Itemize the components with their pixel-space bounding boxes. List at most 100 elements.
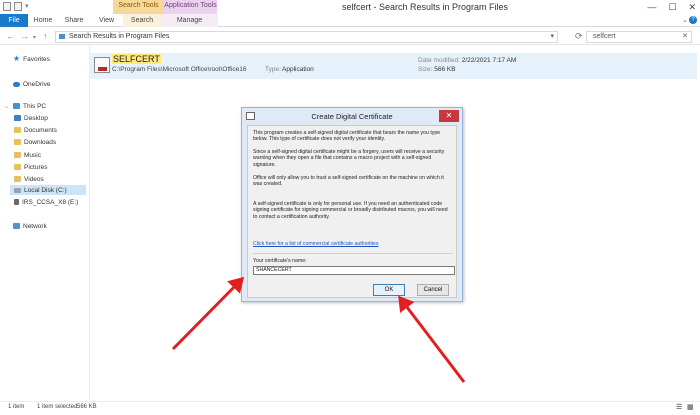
sidebar-item-local-disk[interactable]: Local Disk (C:) bbox=[10, 185, 86, 195]
hard-drive-icon bbox=[14, 187, 21, 193]
sidebar-item-label: IRS_CCSA_X8 (E:) bbox=[22, 198, 79, 206]
breadcrumb[interactable]: Search Results in Program Files bbox=[69, 33, 169, 40]
description-paragraph: This program creates a self-signed digit… bbox=[253, 130, 441, 143]
file-name: SELFCERT bbox=[112, 54, 161, 64]
application-icon bbox=[94, 57, 110, 73]
dialog-title-bar[interactable]: Create Digital Certificate ✕ bbox=[242, 108, 462, 125]
ok-button[interactable]: OK bbox=[373, 284, 405, 296]
certificate-name-label: Your certificate's name: bbox=[253, 258, 307, 264]
window-title: selfcert - Search Results in Program Fil… bbox=[341, 2, 509, 12]
type-value: Application bbox=[282, 66, 314, 73]
sidebar-item-videos[interactable]: Videos bbox=[14, 174, 44, 184]
expand-arrow-icon[interactable]: ⌄ bbox=[4, 103, 10, 110]
network-icon bbox=[13, 223, 20, 229]
search-query: selfcert bbox=[593, 33, 616, 40]
new-folder-icon[interactable] bbox=[14, 2, 22, 11]
sidebar-item-this-pc[interactable]: ⌄ This PC bbox=[4, 101, 46, 111]
sidebar-item-label: This PC bbox=[23, 102, 47, 110]
search-input[interactable]: selfcert ✕ bbox=[586, 31, 692, 43]
refresh-icon[interactable]: ⟳ bbox=[575, 31, 583, 42]
title-bar: ▾ Search Tools Application Tools selfcer… bbox=[0, 0, 700, 14]
sidebar-item-label: Documents bbox=[24, 126, 57, 134]
sidebar-item-usb-drive[interactable]: IRS_CCSA_X8 (E:) bbox=[14, 197, 78, 207]
large-icons-view-icon[interactable]: ▦ bbox=[687, 403, 694, 411]
address-row: ← → ▾ ↑ Search Results in Program Files … bbox=[0, 28, 700, 45]
dialog-body: This program creates a self-signed digit… bbox=[247, 125, 457, 298]
selection-count: 1 item selected bbox=[37, 404, 78, 410]
create-digital-certificate-dialog: Create Digital Certificate ✕ This progra… bbox=[241, 107, 463, 302]
date-value: 2/22/2021 7:17 AM bbox=[461, 57, 517, 64]
date-modified: Date modified: 2/22/2021 7:17 AM bbox=[418, 57, 516, 64]
sidebar-item-label: Downloads bbox=[24, 138, 57, 146]
star-icon: ★ bbox=[13, 54, 21, 63]
close-button[interactable]: ✕ bbox=[688, 0, 696, 14]
window-controls: — ☐ ✕ bbox=[647, 0, 696, 14]
sidebar-item-pictures[interactable]: Pictures bbox=[14, 162, 47, 172]
chevron-down-icon[interactable]: ▾ bbox=[550, 32, 554, 40]
item-count: 1 item bbox=[8, 404, 25, 410]
file-path: C:\Program Files\Microsoft Office\root\O… bbox=[112, 66, 247, 73]
minimize-button[interactable]: — bbox=[647, 0, 656, 14]
cancel-button[interactable]: Cancel bbox=[417, 284, 449, 296]
sidebar-item-music[interactable]: Music bbox=[14, 150, 41, 160]
sidebar-item-label: Music bbox=[24, 151, 41, 159]
sidebar-item-label: Local Disk (C:) bbox=[24, 186, 67, 194]
type-label: Type: bbox=[265, 66, 281, 73]
tab-view[interactable]: View bbox=[90, 14, 123, 27]
computer-icon bbox=[13, 103, 20, 109]
customize-toolbar-icon[interactable]: ▾ bbox=[25, 2, 29, 11]
pictures-icon bbox=[14, 164, 21, 170]
tab-manage[interactable]: Manage bbox=[161, 14, 218, 27]
certificate-authorities-link[interactable]: Click here for a list of commercial cert… bbox=[253, 241, 378, 247]
up-icon[interactable]: ↑ bbox=[43, 31, 48, 41]
sidebar-item-desktop[interactable]: Desktop bbox=[14, 113, 48, 123]
maximize-button[interactable]: ☐ bbox=[668, 0, 676, 14]
downloads-icon bbox=[14, 139, 21, 145]
back-icon[interactable]: ← bbox=[6, 31, 15, 41]
sidebar-item-network[interactable]: Network bbox=[4, 221, 47, 231]
desktop-icon bbox=[14, 115, 21, 121]
cloud-icon bbox=[13, 81, 20, 87]
quick-access-toolbar: ▾ bbox=[3, 2, 29, 11]
properties-icon[interactable] bbox=[3, 2, 11, 11]
forward-icon[interactable]: → bbox=[20, 31, 29, 41]
certificate-name-input[interactable]: SHANCECERT bbox=[253, 266, 455, 275]
sidebar-item-onedrive[interactable]: OneDrive bbox=[4, 79, 50, 89]
sidebar-item-downloads[interactable]: Downloads bbox=[14, 137, 56, 147]
sidebar-item-label: Pictures bbox=[24, 163, 48, 171]
file-size: Size: 566 KB bbox=[418, 66, 456, 73]
tab-search[interactable]: Search bbox=[123, 14, 161, 27]
sidebar-item-label: Desktop bbox=[24, 114, 48, 122]
selection-size: 566 KB bbox=[77, 404, 97, 410]
sidebar-item-label: Videos bbox=[24, 175, 44, 183]
clear-search-icon[interactable]: ✕ bbox=[682, 32, 688, 40]
tab-share[interactable]: Share bbox=[58, 14, 90, 27]
expand-ribbon-icon[interactable]: ⌄ bbox=[682, 16, 688, 24]
arrow-to-ok-button bbox=[398, 295, 466, 383]
sidebar-item-favorites[interactable]: ★ Favorites bbox=[4, 54, 50, 64]
tab-file[interactable]: File bbox=[0, 14, 28, 27]
tab-home[interactable]: Home bbox=[28, 14, 58, 27]
list-item[interactable]: SELFCERT C:\Program Files\Microsoft Offi… bbox=[89, 53, 697, 79]
music-icon bbox=[14, 152, 21, 158]
application-tools-context: Application Tools bbox=[164, 0, 217, 14]
recent-locations-icon[interactable]: ▾ bbox=[33, 33, 36, 43]
sidebar-item-label: OneDrive bbox=[23, 80, 51, 88]
search-folder-icon bbox=[59, 34, 65, 39]
search-tools-context: Search Tools bbox=[113, 0, 164, 14]
help-icon[interactable]: ? bbox=[689, 16, 697, 24]
sidebar-item-documents[interactable]: Documents bbox=[14, 125, 57, 135]
sidebar-item-label: Favorites bbox=[23, 55, 50, 63]
warning-paragraph: Since a self-signed digital certificate … bbox=[253, 149, 445, 168]
sidebar-item-label: Network bbox=[23, 222, 47, 230]
videos-icon bbox=[14, 176, 21, 182]
size-label: Size: bbox=[418, 66, 433, 73]
divider bbox=[253, 253, 453, 254]
ribbon-tabs: File Home Share View Search Manage bbox=[0, 14, 700, 27]
usb-drive-icon bbox=[14, 199, 19, 205]
details-view-icon[interactable]: ☰ bbox=[676, 403, 682, 411]
trust-paragraph: Office will only allow you to trust a se… bbox=[253, 175, 444, 188]
address-bar[interactable]: Search Results in Program Files ▾ bbox=[55, 31, 558, 43]
status-bar: 1 item 1 item selected 566 KB ☰ ▦ bbox=[0, 401, 700, 415]
dialog-close-button[interactable]: ✕ bbox=[439, 110, 459, 122]
